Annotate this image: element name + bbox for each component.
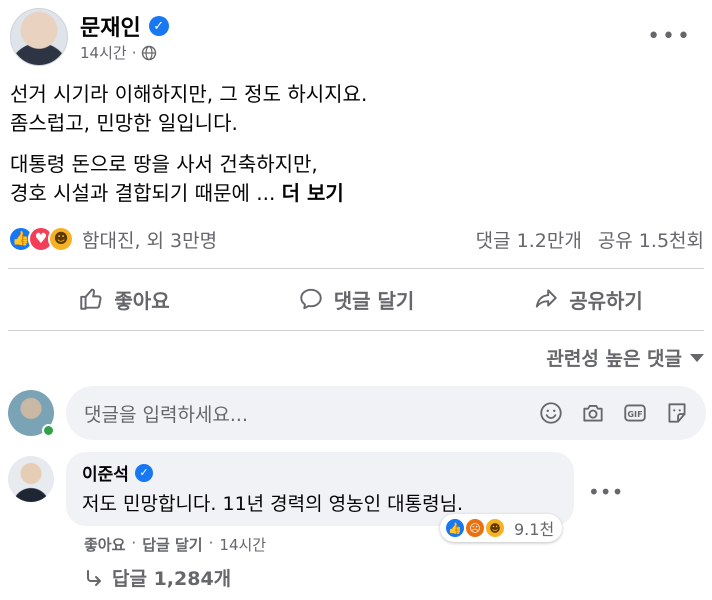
share-arrow-icon [536, 289, 557, 308]
gif-icon[interactable]: GIF [622, 400, 648, 426]
post-header: 문재인 ✓ 14시간 · ••• [10, 8, 702, 70]
post-paragraph-2: 대통령 돈으로 땅을 사서 건축하지만, 경호 시설과 결합되기 때문에 ...… [10, 150, 700, 208]
comment-input[interactable]: 댓글을 입력하세요... GIF [66, 386, 706, 440]
post-author-name[interactable]: 문재인 [80, 10, 141, 42]
divider-bottom [8, 330, 704, 331]
comment-reactions[interactable]: 👍 ☹ ☻ 9.1천 [440, 514, 563, 542]
comment-links-separator: · [208, 534, 214, 552]
share-button[interactable]: 공유하기 [472, 276, 704, 322]
post-paragraph-1: 선거 시기라 이해하지만, 그 정도 하시지요. 좀스럽고, 민망한 일입니다. [10, 82, 368, 135]
comment-actions: 좋아요 · 답글 달기 · 14시간 [84, 534, 266, 555]
post-meta: 14시간 · [80, 42, 157, 63]
commenter-name[interactable]: 이준석 [82, 460, 129, 485]
see-more-link[interactable]: 더 보기 [282, 181, 344, 205]
comment-sort-label: 관련성 높은 댓글 [546, 348, 682, 370]
shares-count[interactable]: 공유 1.5천회 [598, 226, 704, 253]
haha-reaction-icon: ☻ [484, 517, 506, 539]
view-replies-link[interactable]: 답글 1,284개 [84, 564, 231, 591]
post-body: 선거 시기라 이해하지만, 그 정도 하시지요. 좀스럽고, 민망한 일입니다.… [10, 80, 700, 220]
reaction-stack[interactable]: 👍 ♥ ☻ 함대진, 외 3만명 [8, 226, 217, 253]
post-paragraph-2-text: 대통령 돈으로 땅을 사서 건축하지만, 경호 시설과 결합되기 때문에 ... [10, 152, 318, 205]
comment-like-link[interactable]: 좋아요 [84, 534, 125, 555]
angry-reaction-icon: ☹ [464, 517, 486, 539]
svg-text:GIF: GIF [627, 409, 642, 419]
like-button[interactable]: 좋아요 [8, 276, 240, 322]
sticker-icon[interactable] [664, 400, 690, 426]
camera-icon[interactable] [580, 400, 606, 426]
comment-button-label: 댓글 달기 [333, 288, 415, 313]
replies-count: 답글 1,284개 [112, 568, 232, 590]
haha-reaction-icon: ☻ [48, 226, 74, 252]
reaction-names[interactable]: 함대진, 외 3만명 [82, 226, 217, 253]
author-avatar[interactable] [10, 8, 68, 66]
globe-icon [142, 45, 157, 60]
comment-time[interactable]: 14시간 [219, 534, 266, 555]
post-author[interactable]: 문재인 ✓ [80, 10, 169, 42]
caret-down-icon [690, 353, 704, 362]
divider-top [8, 268, 704, 269]
share-button-label: 공유하기 [569, 288, 643, 313]
emoji-icon[interactable] [538, 400, 564, 426]
comment-composer: 댓글을 입력하세요... GIF [8, 386, 706, 440]
reply-arrow-icon [87, 569, 101, 586]
reactions-summary: 👍 ♥ ☻ 함대진, 외 3만명 댓글 1.2만개 공유 1.5천회 [8, 222, 704, 256]
commenter[interactable]: 이준석 ✓ [82, 460, 558, 485]
comment-input-placeholder: 댓글을 입력하세요... [84, 403, 248, 426]
comment-text: 저도 민망합니다. 11년 경력의 영농인 대통령님. [82, 493, 464, 515]
composer-icons: GIF [538, 400, 690, 426]
post-time[interactable]: 14시간 [80, 42, 127, 63]
comment-links-separator: · [131, 534, 137, 552]
thumbs-up-icon [80, 288, 102, 310]
speech-bubble-icon [299, 288, 322, 310]
post-options-button[interactable]: ••• [647, 24, 692, 49]
comment-options-button[interactable]: ••• [588, 480, 623, 504]
commenter-avatar[interactable] [8, 456, 54, 502]
like-reaction-icon: 👍 [444, 517, 466, 539]
verified-badge-icon: ✓ [134, 463, 153, 482]
verified-badge-icon: ✓ [148, 16, 169, 36]
engagement-counts: 댓글 1.2만개 공유 1.5천회 [476, 226, 704, 253]
comment-reply-link[interactable]: 답글 달기 [142, 534, 202, 555]
online-status-dot [42, 424, 55, 437]
comment-button[interactable]: 댓글 달기 [240, 276, 472, 322]
post-actions: 좋아요 댓글 달기 공유하기 [8, 276, 704, 322]
comment-sort-dropdown[interactable]: 관련성 높은 댓글 [546, 344, 704, 371]
meta-separator: · [131, 43, 137, 62]
comments-count[interactable]: 댓글 1.2만개 [476, 226, 582, 253]
like-button-label: 좋아요 [114, 288, 170, 313]
comment-reaction-count: 9.1천 [514, 520, 555, 539]
